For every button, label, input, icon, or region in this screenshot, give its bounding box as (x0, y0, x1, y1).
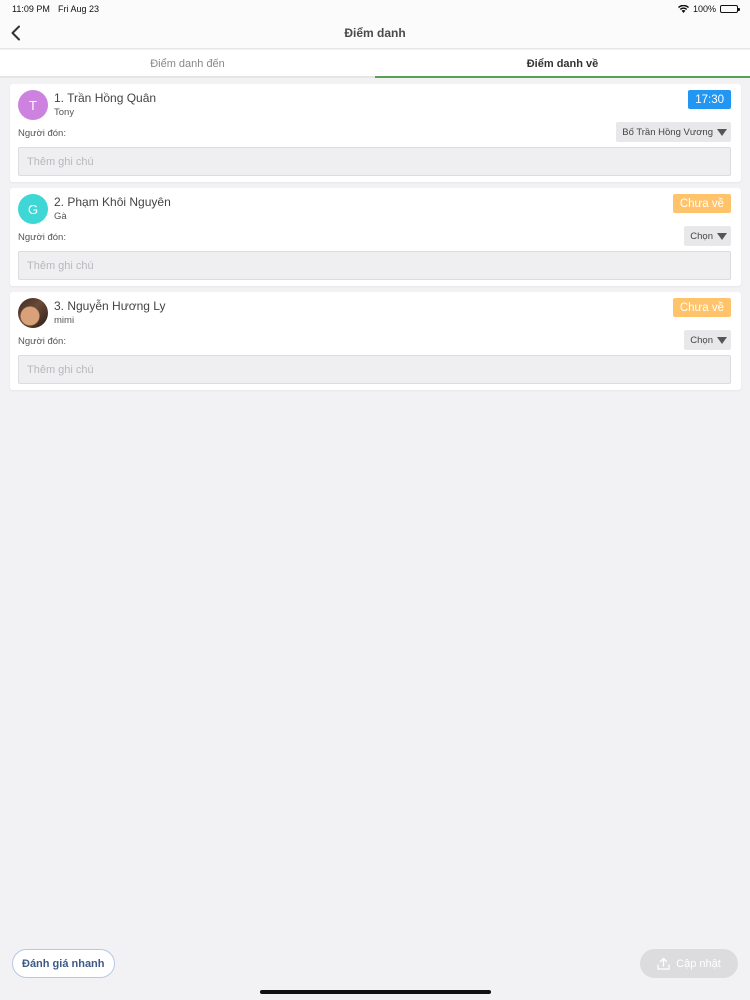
status-badge[interactable]: Chưa về (672, 298, 731, 317)
caret-down-icon (717, 232, 727, 240)
picker-label: Người đón: (18, 336, 66, 347)
student-nickname: mimi (54, 315, 75, 326)
picker-label: Người đón: (18, 232, 66, 243)
tab-check-out[interactable]: Điểm danh về (375, 50, 750, 78)
nav-bar: Điểm danh (0, 18, 750, 49)
student-nickname: Gà (54, 211, 67, 222)
student-list: T 1. Trần Hồng Quân Tony 17:30 Người đón… (10, 84, 741, 396)
status-time: 11:09 PM (12, 4, 50, 14)
student-card: T 1. Trần Hồng Quân Tony 17:30 Người đón… (10, 84, 741, 182)
update-label: Cập nhật (676, 957, 721, 970)
note-input[interactable] (18, 355, 731, 384)
student-name: 2. Phạm Khôi Nguyên (54, 195, 171, 209)
update-button[interactable]: Cập nhật (640, 949, 738, 978)
tab-check-in[interactable]: Điểm danh đến (0, 50, 375, 78)
picker-dropdown[interactable]: Chọn (684, 330, 731, 350)
avatar: G (18, 194, 48, 224)
student-card: 3. Nguyễn Hương Ly mimi Chưa về Người đó… (10, 292, 741, 390)
attendance-tabs: Điểm danh đến Điểm danh về (0, 50, 750, 78)
student-nickname: Tony (54, 107, 75, 118)
quick-evaluate-button[interactable]: Đánh giá nhanh (12, 949, 115, 978)
note-input[interactable] (18, 251, 731, 280)
caret-down-icon (717, 128, 727, 136)
status-badge[interactable]: 17:30 (688, 90, 731, 109)
upload-icon (657, 957, 670, 970)
avatar-photo (18, 298, 48, 328)
picker-value: Chọn (690, 230, 713, 242)
status-date: Fri Aug 23 (58, 4, 100, 14)
battery-percent: 100% (692, 4, 716, 14)
caret-down-icon (717, 336, 727, 344)
note-input[interactable] (18, 147, 731, 176)
student-card: G 2. Phạm Khôi Nguyên Gà Chưa về Người đ… (10, 188, 741, 286)
student-name: 3. Nguyễn Hương Ly (54, 299, 166, 313)
picker-dropdown[interactable]: Chọn (684, 226, 731, 246)
battery-icon (720, 5, 740, 13)
page-title: Điểm danh (344, 26, 406, 40)
picker-label: Người đón: (18, 128, 66, 139)
picker-value: Bố Trần Hồng Vương (622, 126, 713, 138)
picker-dropdown[interactable]: Bố Trần Hồng Vương (616, 122, 731, 142)
avatar: T (18, 90, 48, 120)
picker-value: Chọn (690, 334, 713, 346)
student-name: 1. Trần Hồng Quân (54, 91, 157, 105)
status-right: 100% (677, 4, 740, 14)
status-bar: 11:09 PM Fri Aug 23 100% (0, 0, 750, 18)
home-indicator (260, 990, 491, 994)
wifi-icon (677, 5, 689, 13)
status-badge[interactable]: Chưa về (672, 194, 731, 213)
